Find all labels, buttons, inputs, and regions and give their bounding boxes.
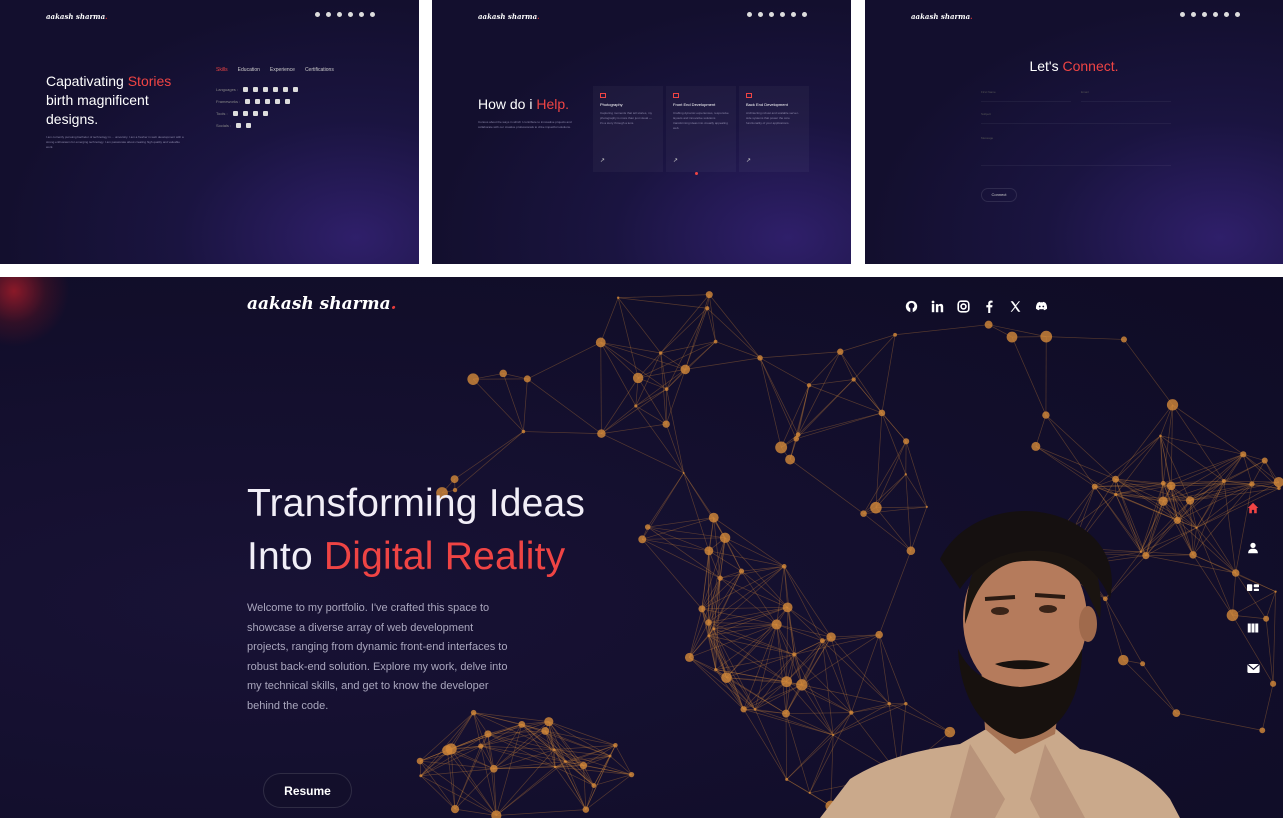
postman-icon — [262, 110, 268, 116]
linkedin-icon[interactable] — [1191, 12, 1196, 17]
arrow-up-right-icon[interactable]: ↗ — [600, 157, 605, 164]
contact-preview-panel: aakash sharma. Let's Connect. First Name… — [865, 0, 1283, 264]
github-icon — [232, 110, 238, 116]
discord-icon[interactable] — [1235, 12, 1240, 17]
connect-button[interactable]: Connect — [981, 188, 1017, 202]
resume-button[interactable]: Resume — [263, 773, 352, 808]
instagram-icon[interactable] — [769, 12, 774, 17]
express-icon — [265, 98, 271, 104]
github-icon[interactable] — [1180, 12, 1185, 17]
github-icon[interactable] — [315, 12, 320, 17]
service-card-backend[interactable]: Back End Development Architecting robust… — [739, 86, 809, 172]
first-name-field[interactable]: First Name — [981, 90, 1071, 102]
facebook-icon[interactable] — [348, 12, 353, 17]
skill-row-socials: Socials : — [216, 119, 298, 131]
x-icon[interactable] — [1008, 299, 1023, 314]
css-icon — [253, 86, 259, 92]
brand-logo[interactable]: aakash sharma. — [478, 12, 540, 21]
x-icon[interactable] — [359, 12, 364, 17]
services-description: Curious about the ways in which I contri… — [478, 120, 572, 129]
node-icon — [255, 98, 261, 104]
location-icon — [246, 122, 252, 128]
linkedin-icon[interactable] — [326, 12, 331, 17]
bootstrap-icon — [285, 98, 291, 104]
linkedin-icon[interactable] — [930, 299, 945, 314]
social-links — [747, 12, 807, 17]
carousel-dot[interactable] — [695, 172, 698, 175]
skills-icon[interactable] — [1244, 579, 1262, 597]
discord-icon[interactable] — [1034, 299, 1049, 314]
services-preview-panel: aakash sharma. How do i Help. Curious ab… — [432, 0, 851, 264]
cpp-icon — [283, 86, 289, 92]
js-icon — [263, 86, 269, 92]
code-icon — [673, 93, 679, 98]
social-links — [1180, 12, 1240, 17]
instagram-icon[interactable] — [1202, 12, 1207, 17]
home-icon[interactable] — [1244, 499, 1262, 517]
hero-section: aakash sharma. Transforming Ideas Into D… — [0, 277, 1283, 818]
brand-logo[interactable]: aakash sharma. — [46, 12, 108, 21]
tab-experience[interactable]: Experience — [270, 67, 295, 73]
tab-certifications[interactable]: Certifications — [305, 67, 334, 73]
brand-logo[interactable]: aakash sharma. — [911, 12, 973, 21]
facebook-icon[interactable] — [780, 12, 785, 17]
arrow-up-right-icon[interactable]: ↗ — [673, 157, 678, 164]
camera-icon — [600, 93, 606, 98]
services-heading: How do i Help. — [478, 96, 570, 112]
facebook-icon[interactable] — [1213, 12, 1218, 17]
hero-intro: Welcome to my portfolio. I've crafted th… — [247, 602, 508, 712]
discord-icon[interactable] — [370, 12, 375, 17]
html-icon — [243, 86, 249, 92]
chart-icon — [236, 122, 242, 128]
instagram-icon[interactable] — [337, 12, 342, 17]
github-icon[interactable] — [904, 299, 919, 314]
vscode-icon — [252, 110, 258, 116]
service-card-frontend[interactable]: Front End Development Crafting dynamic e… — [666, 86, 736, 172]
arrow-up-right-icon[interactable]: ↗ — [746, 157, 751, 164]
social-links — [904, 299, 1049, 314]
hero-title: Transforming Ideas Into Digital Reality — [247, 482, 586, 578]
brand-logo[interactable]: aakash sharma. — [247, 294, 397, 314]
skills-heading: Capativating Stories birth magnificent d… — [46, 73, 172, 127]
tab-skills[interactable]: Skills — [216, 67, 228, 73]
monitor-icon — [746, 93, 752, 98]
skill-row-languages: Languages : — [216, 83, 299, 95]
skills-description: I am currently pursuing bachelor of tech… — [46, 135, 184, 149]
linkedin-icon[interactable] — [758, 12, 763, 17]
skills-list: Languages : Frameworks : Tools : Socials… — [216, 83, 299, 131]
tailwind-icon — [275, 98, 281, 104]
side-navigation — [1244, 499, 1262, 677]
x-icon[interactable] — [791, 12, 796, 17]
subject-field[interactable]: Subject — [981, 112, 1171, 124]
skills-preview-panel: aakash sharma. Capativating Stories birt… — [0, 0, 419, 264]
mail-icon[interactable] — [1244, 659, 1262, 677]
skill-row-frameworks: Frameworks : — [216, 95, 298, 107]
discord-icon[interactable] — [802, 12, 807, 17]
user-icon[interactable] — [1244, 539, 1262, 557]
contact-heading: Let's Connect. — [1029, 58, 1119, 74]
developer-portrait — [820, 511, 1180, 818]
message-field[interactable]: Message — [981, 136, 1171, 166]
instagram-icon[interactable] — [956, 299, 971, 314]
github-icon[interactable] — [747, 12, 752, 17]
figma-icon — [242, 110, 248, 116]
c-icon — [273, 86, 279, 92]
email-field[interactable]: Email — [1081, 90, 1171, 102]
service-card-photography[interactable]: Photography Capturing moments that tell … — [593, 86, 663, 172]
skills-tabs: Skills Education Experience Certificatio… — [216, 67, 334, 73]
facebook-icon[interactable] — [982, 299, 997, 314]
social-links — [315, 12, 375, 17]
projects-icon[interactable] — [1244, 619, 1262, 637]
react-icon — [245, 98, 251, 104]
x-icon[interactable] — [1224, 12, 1229, 17]
tab-education[interactable]: Education — [238, 67, 260, 73]
java-icon — [293, 86, 299, 92]
skill-row-tools: Tools : — [216, 107, 298, 119]
